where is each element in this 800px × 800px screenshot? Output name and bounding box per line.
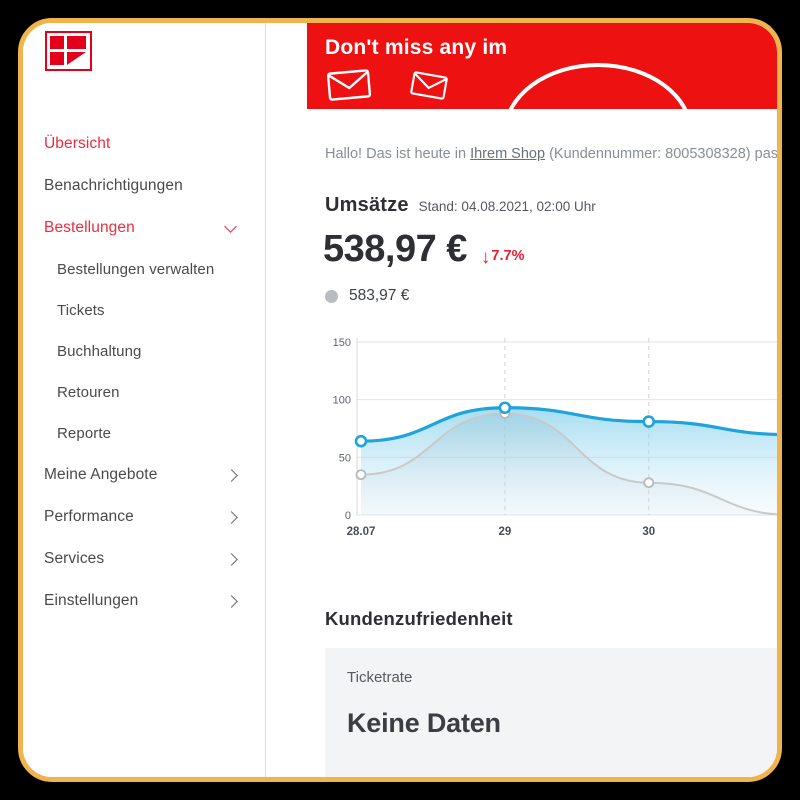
shop-link[interactable]: Ihrem Shop (470, 146, 545, 162)
sidebar-item-label: Einstellungen (44, 592, 139, 609)
svg-text:30: 30 (642, 526, 655, 538)
sidebar-item-meine-angebote[interactable]: Meine Angebote (23, 454, 265, 496)
envelope-icon (326, 69, 372, 101)
svg-text:0: 0 (345, 510, 351, 522)
greeting-suffix: (Kundennummer: 8005308328) pass (545, 146, 777, 162)
svg-text:100: 100 (333, 395, 351, 407)
chevron-down-icon[interactable] (225, 221, 239, 235)
greeting-text: Hallo! Das ist heute in Ihrem Shop (Kund… (325, 146, 777, 162)
svg-text:29: 29 (498, 526, 511, 538)
chevron-right-icon[interactable] (225, 510, 239, 524)
promo-banner[interactable]: Don't miss any im (307, 23, 777, 109)
sidebar-item-ubersicht[interactable]: Übersicht (23, 123, 265, 165)
sidebar-item-label: Bestellungen verwalten (57, 261, 215, 278)
page-title: Umsätze (325, 194, 409, 216)
sidebar-item-buchhaltung[interactable]: Buchhaltung (23, 331, 265, 372)
ticketrate-card[interactable]: Ticketrate Keine Daten (325, 648, 777, 777)
revenue-chart[interactable]: 0 50 100 150 28.07 29 30 (317, 328, 777, 543)
revenue-delta-badge: ↓ 7.7% (480, 246, 525, 268)
banner-swoosh-decoration (503, 63, 693, 109)
revenue-value-row: 538,97 € ↓ 7.7% (323, 228, 524, 271)
revenue-timestamp: Stand: 04.08.2021, 02:00 Uhr (418, 199, 596, 214)
main-content: Don't miss any im Hallo! Das ist heute i… (267, 23, 777, 777)
logo-k-diagonal (67, 52, 86, 65)
sidebar: Übersicht Benachrichtigungen Bestellungen B… (23, 23, 266, 777)
logo-square-top-right (67, 36, 86, 49)
greeting-prefix: Hallo! Das ist heute in (325, 146, 471, 162)
legend-dot-icon (325, 289, 338, 303)
chevron-right-icon[interactable] (225, 552, 239, 566)
sidebar-item-label: Benachrichtigungen (44, 177, 183, 194)
chart-areas (361, 407, 777, 515)
sidebar-item-label: Performance (44, 508, 134, 525)
envelope-icon (410, 71, 448, 100)
sidebar-item-label: Reporte (57, 425, 112, 442)
chart-x-axis-labels: 28.07 29 30 (347, 526, 656, 538)
svg-text:50: 50 (339, 452, 351, 464)
sidebar-item-bestellungen[interactable]: Bestellungen (23, 207, 265, 249)
sidebar-item-label: Bestellungen (44, 219, 135, 236)
sidebar-item-reporte[interactable]: Reporte (23, 413, 265, 454)
sidebar-item-label: Buchhaltung (57, 343, 142, 360)
sidebar-item-services[interactable]: Services (23, 538, 265, 580)
ticketrate-card-label: Ticketrate (347, 669, 413, 686)
revenue-compare-legend: 583,97 € (325, 287, 409, 305)
revenue-header: Umsätze Stand: 04.08.2021, 02:00 Uhr (325, 194, 596, 217)
satisfaction-section-title: Kundenzufriedenheit (325, 608, 513, 629)
device-frame: Übersicht Benachrichtigungen Bestellungen B… (18, 18, 782, 782)
sidebar-item-tickets[interactable]: Tickets (23, 290, 265, 331)
sidebar-item-performance[interactable]: Performance (23, 496, 265, 538)
revenue-chart-svg: 0 50 100 150 28.07 29 30 (333, 337, 777, 538)
ticketrate-card-value: Keine Daten (347, 708, 501, 738)
sidebar-item-label: Tickets (57, 302, 105, 319)
chevron-right-icon[interactable] (225, 468, 239, 482)
logo-square-top-left (50, 36, 64, 49)
sidebar-nav-list: Übersicht Benachrichtigungen Bestellungen B… (23, 123, 265, 622)
kaufland-logo[interactable] (45, 31, 92, 71)
arrow-down-icon: ↓ (480, 247, 491, 268)
svg-text:28.07: 28.07 (347, 526, 376, 538)
sidebar-item-bestellungen-verwalten[interactable]: Bestellungen verwalten (23, 249, 265, 290)
chart-y-axis-labels: 0 50 100 150 (333, 337, 351, 522)
sidebar-item-label: Übersicht (44, 135, 111, 152)
sidebar-item-einstellungen[interactable]: Einstellungen (23, 580, 265, 622)
promo-banner-headline: Don't miss any im (325, 36, 508, 59)
chevron-right-icon[interactable] (225, 594, 239, 608)
sidebar-item-label: Meine Angebote (44, 466, 158, 483)
sidebar-item-label: Retouren (57, 384, 120, 401)
sidebar-item-retouren[interactable]: Retouren (23, 372, 265, 413)
logo-square-bottom-left (50, 52, 64, 65)
revenue-delta-value: 7.7% (491, 247, 525, 264)
revenue-compare-value: 583,97 € (349, 287, 410, 304)
revenue-value: 538,97 € (323, 228, 467, 270)
sidebar-item-label: Services (44, 550, 105, 567)
svg-text:150: 150 (333, 337, 351, 349)
app-viewport: Übersicht Benachrichtigungen Bestellungen B… (23, 23, 777, 777)
sidebar-item-benachrichtigungen[interactable]: Benachrichtigungen (23, 165, 265, 207)
logo-box (45, 31, 92, 71)
